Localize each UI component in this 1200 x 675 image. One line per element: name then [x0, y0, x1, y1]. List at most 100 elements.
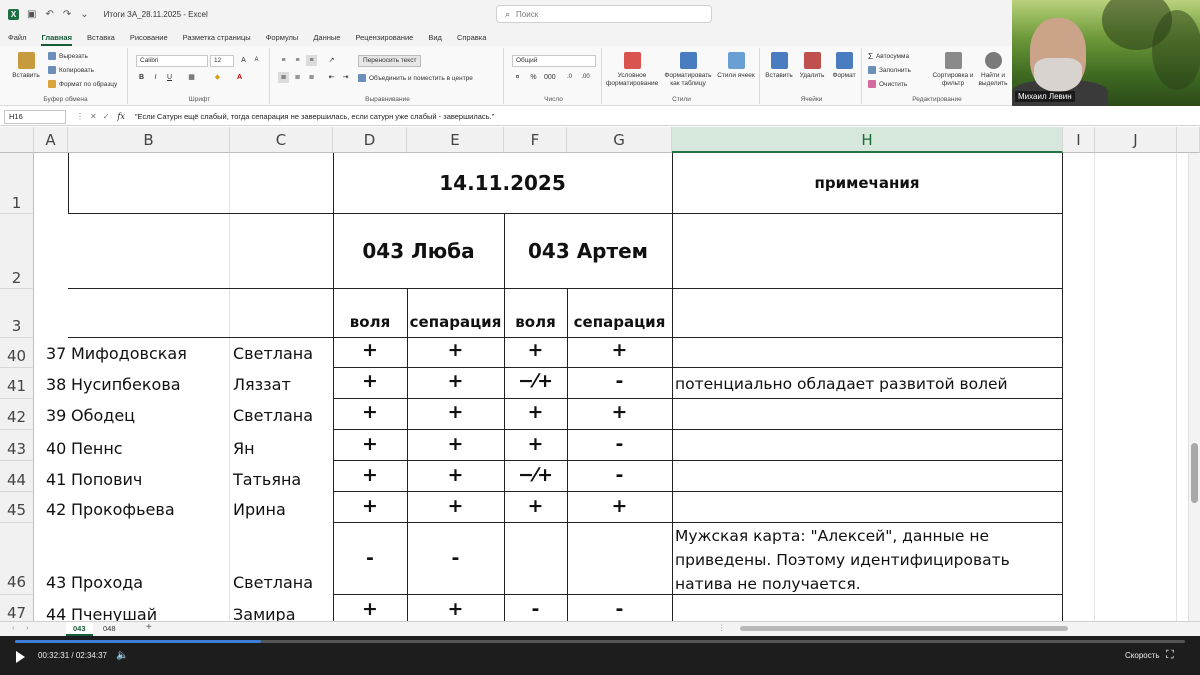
- row-number[interactable]: 37: [46, 344, 66, 363]
- column-header-a[interactable]: A: [34, 127, 68, 153]
- add-sheet-icon[interactable]: +: [146, 622, 152, 633]
- fill-color-icon[interactable]: ◆: [212, 72, 223, 83]
- mark-cell[interactable]: +: [407, 370, 504, 392]
- row-number[interactable]: 38: [46, 375, 66, 394]
- font-size-select[interactable]: 12: [210, 55, 234, 67]
- mark-cell[interactable]: +: [333, 495, 407, 517]
- mark-cell[interactable]: +: [407, 495, 504, 517]
- date-header[interactable]: 14.11.2025: [333, 153, 672, 214]
- increase-indent-icon[interactable]: ⇥: [340, 72, 351, 83]
- row-header[interactable]: 40: [0, 338, 34, 368]
- merge-center-button[interactable]: Объединить и поместить в центре: [358, 74, 473, 82]
- comma-style-icon[interactable]: 000: [544, 72, 556, 83]
- prev-sheet-icon[interactable]: ‹: [12, 623, 15, 632]
- font-name-select[interactable]: Calibri: [136, 55, 208, 67]
- column-header-c[interactable]: C: [230, 127, 333, 153]
- tab-home[interactable]: Главная: [41, 33, 72, 46]
- tab-page-layout[interactable]: Разметка страницы: [183, 33, 251, 42]
- subheader-separation[interactable]: сепарация: [567, 313, 672, 331]
- mark-cell[interactable]: +: [567, 339, 672, 361]
- autosum-button[interactable]: Σ Автосумма: [868, 52, 909, 61]
- customize-quick-access-icon[interactable]: ⌄: [80, 9, 88, 20]
- mark-cell[interactable]: −⁄+: [504, 464, 567, 486]
- tab-view[interactable]: Вид: [428, 33, 442, 42]
- first-name[interactable]: Светлана: [233, 406, 313, 425]
- italic-icon[interactable]: I: [150, 72, 161, 83]
- search-input[interactable]: ⌕ Поиск: [496, 5, 712, 23]
- underline-icon[interactable]: U: [164, 72, 175, 83]
- tab-data[interactable]: Данные: [313, 33, 340, 42]
- shrink-font-icon[interactable]: A: [251, 55, 262, 66]
- next-sheet-icon[interactable]: ›: [26, 623, 29, 632]
- column-header-g[interactable]: G: [567, 127, 672, 153]
- mark-cell[interactable]: +: [407, 464, 504, 486]
- find-select-button[interactable]: Найти и выделить: [976, 52, 1010, 88]
- tab-insert[interactable]: Вставка: [87, 33, 115, 42]
- row-number[interactable]: 44: [46, 605, 66, 621]
- subheader-will[interactable]: воля: [504, 313, 567, 331]
- last-name[interactable]: Прокофьева: [71, 500, 175, 519]
- name-box[interactable]: H16: [4, 109, 66, 124]
- mark-cell[interactable]: +: [407, 598, 504, 620]
- mark-cell[interactable]: +: [407, 401, 504, 423]
- last-name[interactable]: Мифодовская: [71, 344, 187, 363]
- notes-header[interactable]: примечания: [672, 153, 1062, 214]
- copy-button[interactable]: Копировать: [48, 66, 94, 74]
- mark-cell[interactable]: +: [333, 339, 407, 361]
- playback-speed-button[interactable]: Скорость: [1125, 651, 1160, 660]
- mark-cell[interactable]: +: [407, 433, 504, 455]
- mark-cell[interactable]: +: [407, 339, 504, 361]
- mark-cell[interactable]: +: [333, 401, 407, 423]
- number-format-select[interactable]: Общий: [512, 55, 596, 67]
- column-header-b[interactable]: B: [68, 127, 230, 153]
- mark-cell[interactable]: +: [333, 433, 407, 455]
- first-name[interactable]: Татьяна: [233, 470, 301, 489]
- redo-icon[interactable]: ↷: [63, 9, 71, 20]
- align-top-icon[interactable]: ≡: [278, 55, 289, 66]
- row-header[interactable]: 1: [0, 153, 34, 214]
- sheet-tab-048[interactable]: 048: [96, 622, 123, 636]
- last-name[interactable]: Пченушай: [71, 605, 157, 621]
- mark-cell[interactable]: +: [504, 433, 567, 455]
- borders-icon[interactable]: ▦: [186, 72, 197, 83]
- row-number[interactable]: 43: [46, 573, 66, 592]
- cell-styles-button[interactable]: Стили ячеек: [716, 52, 756, 80]
- format-as-table-button[interactable]: Форматировать как таблицу: [662, 52, 714, 88]
- group-header-artem[interactable]: 043 Артем: [504, 214, 672, 289]
- insert-function-icon[interactable]: fx: [117, 112, 124, 121]
- decrease-indent-icon[interactable]: ⇤: [326, 72, 337, 83]
- row-header[interactable]: 3: [0, 289, 34, 338]
- column-header-e[interactable]: E: [407, 127, 504, 153]
- row-header[interactable]: 44: [0, 461, 34, 492]
- vertical-scrollbar[interactable]: [1188, 153, 1200, 621]
- tab-draw[interactable]: Рисование: [130, 33, 168, 42]
- group-header-lyuba[interactable]: 043 Люба: [333, 214, 504, 289]
- volume-icon[interactable]: 🔈: [116, 650, 128, 661]
- insert-cells-button[interactable]: Вставить: [762, 52, 796, 80]
- save-icon[interactable]: ▣: [27, 9, 36, 20]
- last-name[interactable]: Прохода: [71, 573, 143, 592]
- tab-split-handle-icon[interactable]: ⋮: [718, 623, 726, 632]
- row-header[interactable]: 41: [0, 368, 34, 399]
- align-bottom-icon[interactable]: ≡: [306, 55, 317, 66]
- format-cells-button[interactable]: Формат: [828, 52, 860, 80]
- column-header-f[interactable]: F: [504, 127, 567, 153]
- percent-icon[interactable]: %: [528, 72, 539, 83]
- select-all-corner[interactable]: [0, 127, 34, 153]
- horizontal-scroll-thumb[interactable]: [740, 626, 1068, 631]
- worksheet[interactable]: A B C D E F G H I J 1 2 3 40 41 42 43 44…: [0, 127, 1200, 621]
- vertical-scroll-thumb[interactable]: [1191, 443, 1198, 503]
- first-name[interactable]: Светлана: [233, 573, 313, 592]
- row-number[interactable]: 40: [46, 439, 66, 458]
- mark-cell[interactable]: +: [567, 401, 672, 423]
- sheet-tab-043[interactable]: 043: [66, 622, 93, 636]
- last-name[interactable]: Попович: [71, 470, 142, 489]
- column-header-j[interactable]: J: [1095, 127, 1177, 153]
- tab-formulas[interactable]: Формулы: [266, 33, 299, 42]
- mark-cell[interactable]: +: [333, 598, 407, 620]
- tab-review[interactable]: Рецензирование: [355, 33, 413, 42]
- formula-input[interactable]: "Если Сатурн ещё слабый, тогда сепарация…: [135, 112, 494, 121]
- row-number[interactable]: 41: [46, 470, 66, 489]
- cut-button[interactable]: Вырезать: [48, 52, 88, 60]
- sort-filter-button[interactable]: Сортировка и фильтр: [932, 52, 974, 88]
